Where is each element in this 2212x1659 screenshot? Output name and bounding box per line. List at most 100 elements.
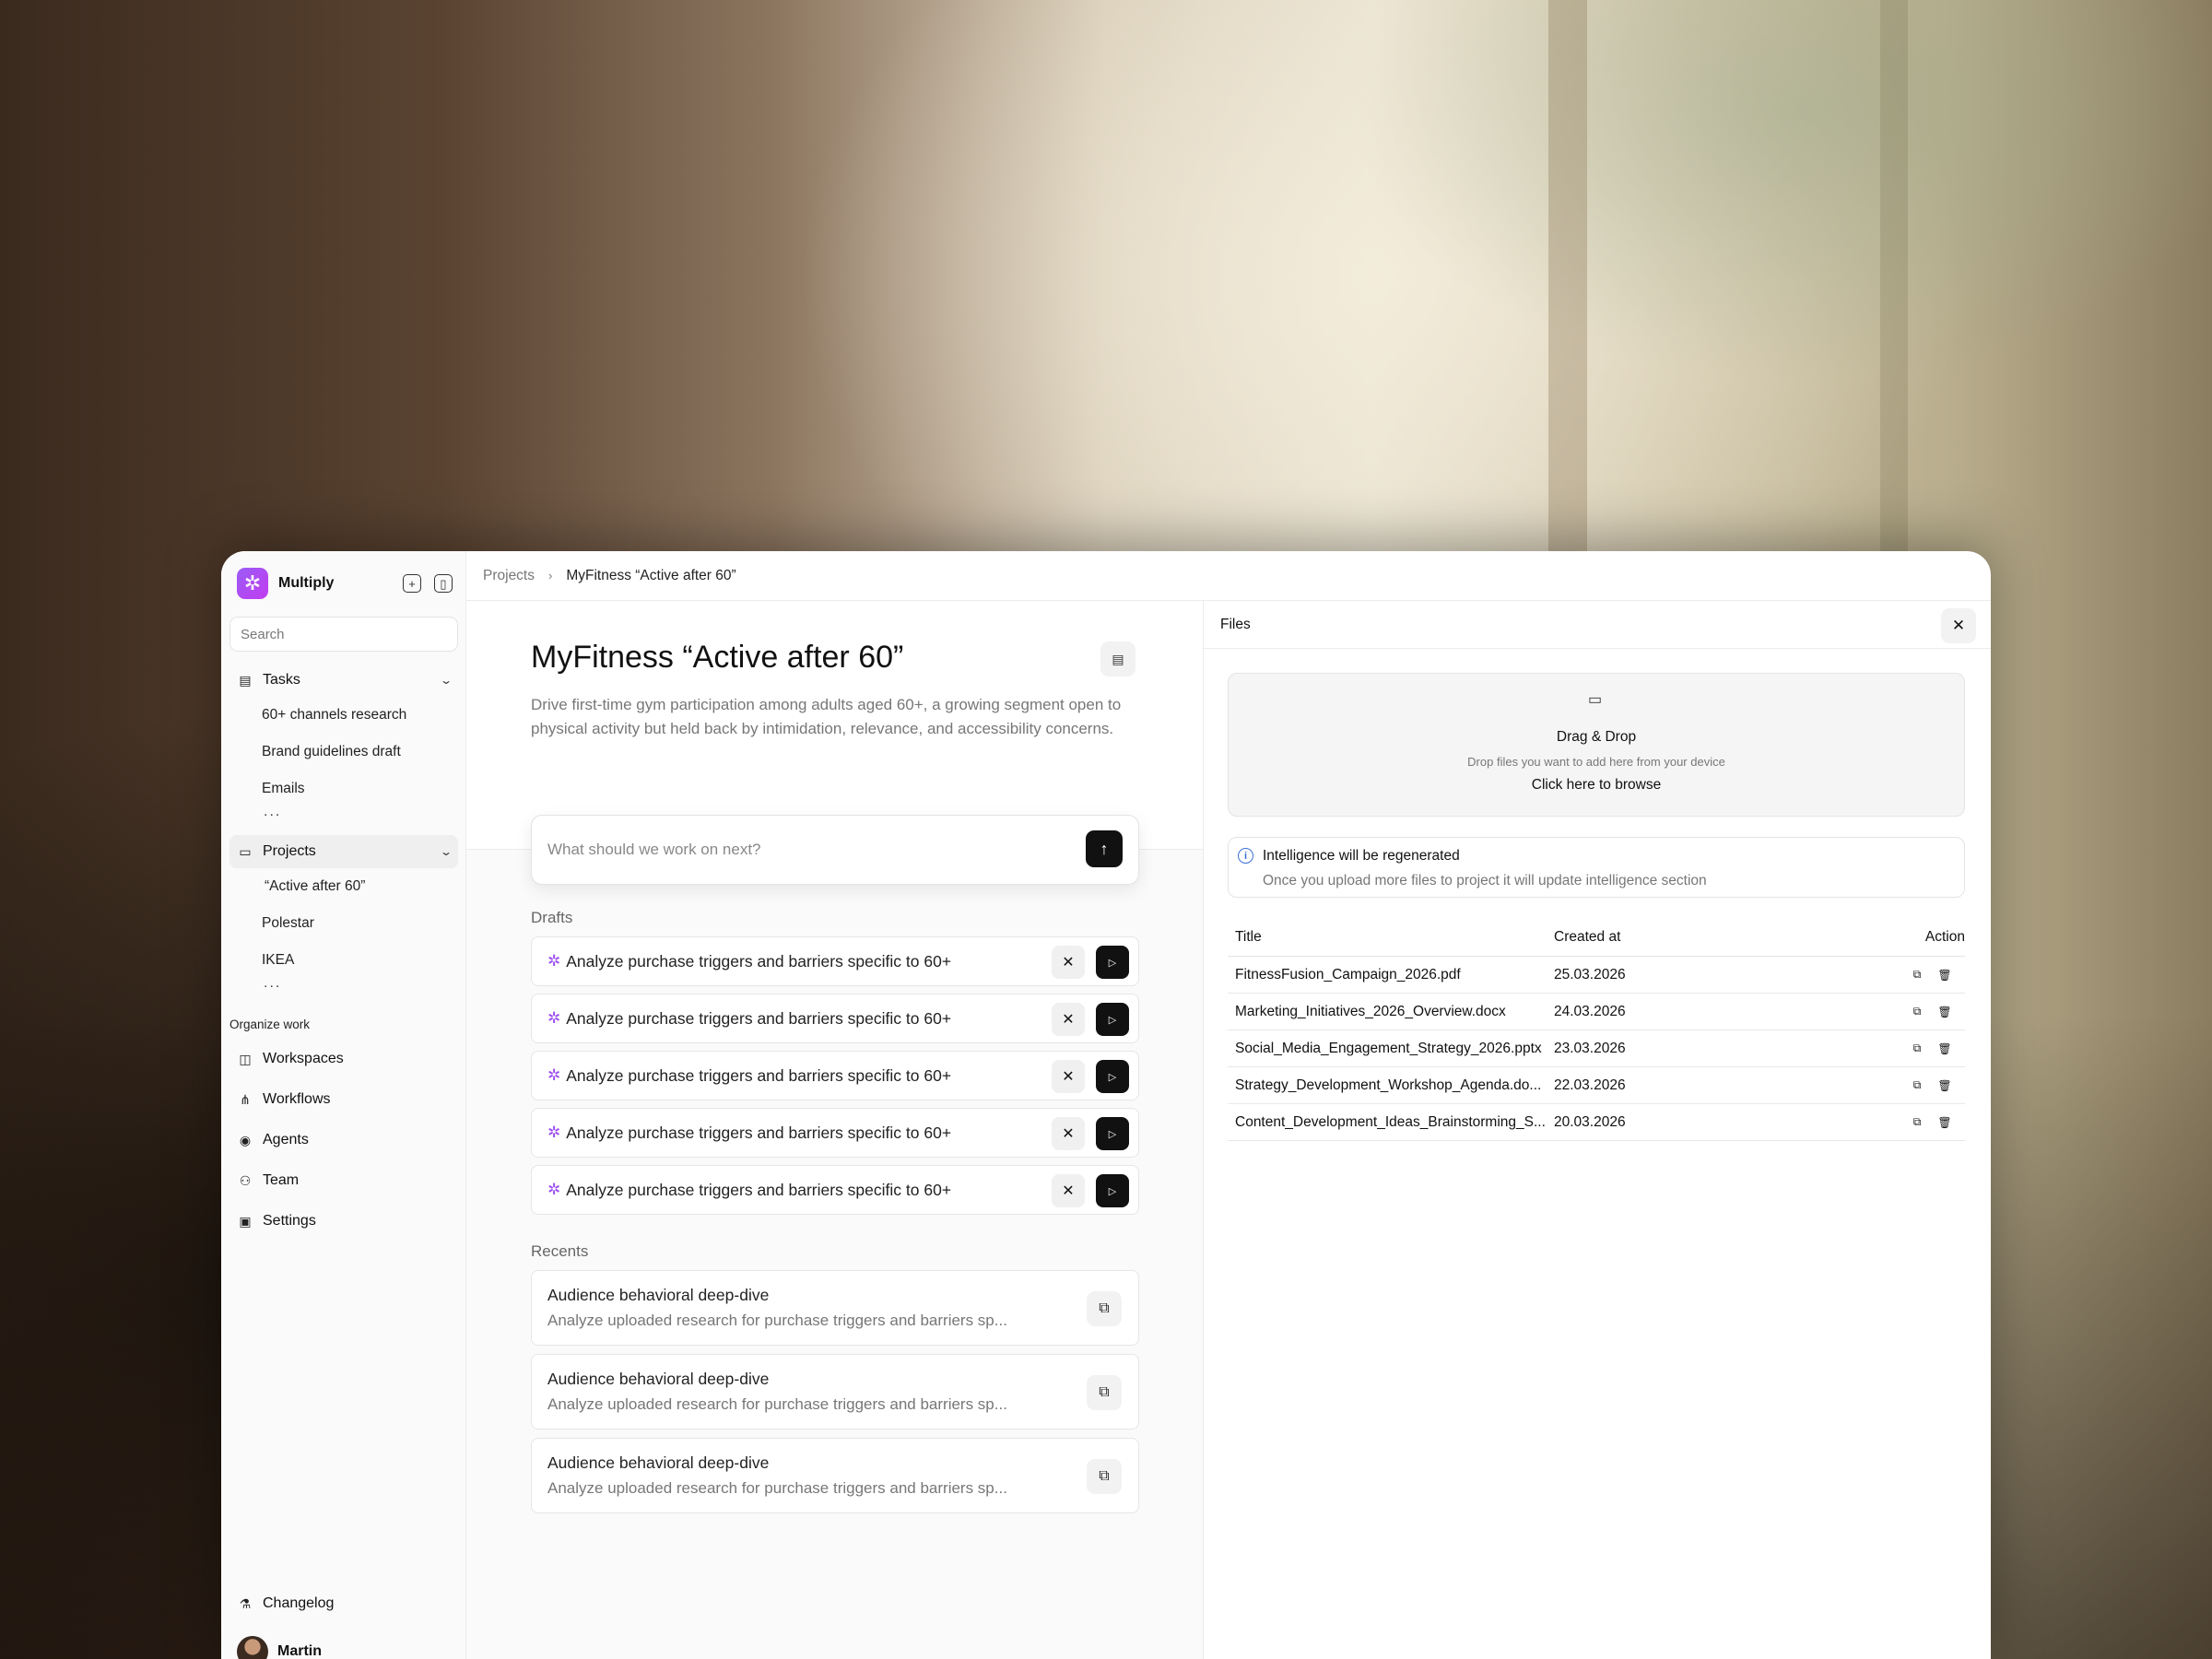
tasks-header[interactable]: ▤ Tasks ⌄ (229, 664, 458, 697)
sparkle-icon: ✲ (547, 1009, 561, 1027)
avatar (237, 1636, 268, 1659)
user-name: Martin (277, 1643, 322, 1659)
trash-icon[interactable]: 🗑 (1937, 1006, 1951, 1018)
draft-text: Analyze purchase triggers and barriers s… (566, 1065, 952, 1085)
projects-header[interactable]: ▭ Projects ⌄ (229, 835, 458, 868)
recent-title: Audience behavioral deep-dive (547, 1286, 770, 1304)
sidebar-item-workspaces[interactable]: ◫ Workspaces (229, 1039, 458, 1079)
run-draft-button[interactable]: ▷ (1096, 1117, 1129, 1150)
user-menu[interactable]: Martin (229, 1633, 458, 1659)
sidebar-item-workflows[interactable]: ⋔ Workflows (229, 1079, 458, 1120)
file-created: 24.03.2026 (1554, 1003, 1626, 1019)
sidebar-item-label: Agents (263, 1132, 309, 1147)
sidebar-item-label: Workspaces (263, 1051, 344, 1066)
recent-item[interactable]: Audience behavioral deep-dive Analyze up… (531, 1438, 1139, 1513)
dismiss-draft-button[interactable]: ✕ (1052, 1117, 1085, 1150)
robot-icon: ◉ (239, 1132, 252, 1147)
send-button[interactable]: ↑ (1086, 830, 1123, 867)
sidebar-item-changelog[interactable]: ⚗ Changelog (229, 1583, 458, 1624)
background-window-frame (1548, 0, 1587, 553)
search-input[interactable]: Search (229, 617, 458, 652)
trash-icon[interactable]: 🗑 (1937, 1079, 1951, 1092)
chevron-down-icon[interactable]: ⌄ (440, 674, 453, 687)
tasks-more[interactable]: ... (229, 805, 458, 826)
chevron-down-icon[interactable]: ⌄ (440, 845, 453, 858)
trash-icon[interactable]: 🗑 (1937, 1116, 1951, 1129)
file-created: 20.03.2026 (1554, 1113, 1626, 1130)
task-item[interactable]: Emails (229, 771, 458, 807)
file-title: Strategy_Development_Workshop_Agenda.do.… (1235, 1077, 1542, 1093)
file-dropzone[interactable]: ▭ Drag & Drop Drop files you want to add… (1228, 673, 1965, 817)
task-item[interactable]: Brand guidelines draft (229, 734, 458, 771)
page-title: MyFitness “Active after 60” (531, 640, 904, 675)
browse-link[interactable]: Click here to browse (1229, 777, 1964, 794)
sidebar-item-team[interactable]: ⚇ Team (229, 1160, 458, 1201)
open-external-icon[interactable]: ⧉ (1087, 1291, 1122, 1326)
toggle-sidebar-icon[interactable]: ▯ (434, 574, 453, 593)
trash-icon[interactable]: 🗑 (1937, 969, 1951, 982)
close-icon[interactable]: ✕ (1941, 608, 1976, 643)
dismiss-draft-button[interactable]: ✕ (1052, 1003, 1085, 1036)
run-draft-button[interactable]: ▷ (1096, 1060, 1129, 1093)
dismiss-draft-button[interactable]: ✕ (1052, 1174, 1085, 1207)
tasks-group: ▤ Tasks ⌄ 60+ channels research Brand gu… (229, 664, 458, 826)
open-external-icon[interactable]: ⧉ (1911, 1041, 1924, 1055)
tasks-label: Tasks (263, 672, 300, 688)
recent-subtitle: Analyze uploaded research for purchase t… (547, 1479, 1007, 1497)
open-external-icon[interactable]: ⧉ (1087, 1459, 1122, 1494)
run-draft-button[interactable]: ▷ (1096, 1003, 1129, 1036)
table-row[interactable]: FitnessFusion_Campaign_2026.pdf 25.03.20… (1228, 957, 1965, 994)
open-external-icon[interactable]: ⧉ (1911, 968, 1924, 982)
draft-item[interactable]: ✲ Analyze purchase triggers and barriers… (531, 1051, 1139, 1100)
table-row[interactable]: Social_Media_Engagement_Strategy_2026.pp… (1228, 1030, 1965, 1067)
open-external-icon[interactable]: ⧉ (1911, 1005, 1924, 1018)
sparkle-icon: ✲ (547, 1124, 561, 1141)
breadcrumb-projects[interactable]: Projects (483, 568, 535, 584)
dismiss-draft-button[interactable]: ✕ (1052, 946, 1085, 979)
draft-item[interactable]: ✲ Analyze purchase triggers and barriers… (531, 994, 1139, 1043)
new-item-icon[interactable]: + (403, 574, 421, 593)
draft-text: Analyze purchase triggers and barriers s… (566, 1008, 952, 1028)
task-item[interactable]: 60+ channels research (229, 697, 458, 734)
sparkle-icon: ✲ (547, 952, 561, 970)
open-external-icon[interactable]: ⧉ (1087, 1375, 1122, 1410)
drafts-label: Drafts (531, 909, 573, 926)
settings-icon: ▣ (239, 1213, 252, 1229)
open-external-icon[interactable]: ⧉ (1911, 1115, 1924, 1129)
multiply-logo-icon[interactable]: ✲ (237, 568, 268, 599)
dismiss-draft-button[interactable]: ✕ (1052, 1060, 1085, 1093)
project-item[interactable]: “Active after 60” (229, 868, 458, 905)
project-item[interactable]: Polestar (229, 905, 458, 942)
app-window: ✲ Multiply + ▯ Search ▤ Tasks ⌄ 60+ chan… (221, 551, 1991, 1659)
draft-item[interactable]: ✲ Analyze purchase triggers and barriers… (531, 1165, 1139, 1215)
project-info-button[interactable]: ▤ (1100, 641, 1135, 677)
table-row[interactable]: Strategy_Development_Workshop_Agenda.do.… (1228, 1067, 1965, 1104)
chevron-right-icon: › (548, 569, 553, 582)
recent-item[interactable]: Audience behavioral deep-dive Analyze up… (531, 1354, 1139, 1430)
dropzone-title: Drag & Drop (1556, 729, 1637, 745)
organize-work-label: Organize work (229, 1018, 311, 1031)
users-icon: ⚇ (239, 1172, 252, 1188)
folder-icon: ▭ (1588, 692, 1603, 708)
recent-item[interactable]: Audience behavioral deep-dive Analyze up… (531, 1270, 1139, 1346)
table-row[interactable]: Content_Development_Ideas_Brainstorming_… (1228, 1104, 1965, 1141)
sidebar-item-settings[interactable]: ▣ Settings (229, 1201, 458, 1241)
open-external-icon[interactable]: ⧉ (1911, 1078, 1924, 1092)
file-created: 25.03.2026 (1554, 966, 1626, 982)
project-item[interactable]: IKEA (229, 942, 458, 979)
trash-icon[interactable]: 🗑 (1937, 1042, 1951, 1055)
draft-text: Analyze purchase triggers and barriers s… (566, 1180, 952, 1199)
sidebar-item-agents[interactable]: ◉ Agents (229, 1120, 458, 1160)
projects-label: Projects (263, 843, 316, 859)
breadcrumb-current: MyFitness “Active after 60” (566, 567, 736, 583)
project-panel: MyFitness “Active after 60” ▤ Drive firs… (466, 601, 1204, 1659)
recents-label: Recents (531, 1242, 589, 1260)
prompt-input[interactable]: What should we work on next? ↑ (531, 815, 1139, 885)
run-draft-button[interactable]: ▷ (1096, 1174, 1129, 1207)
draft-item[interactable]: ✲ Analyze purchase triggers and barriers… (531, 936, 1139, 986)
run-draft-button[interactable]: ▷ (1096, 946, 1129, 979)
files-table: Title Created at Action FitnessFusion_Ca… (1228, 918, 1965, 1141)
projects-more[interactable]: ... (229, 976, 458, 997)
table-row[interactable]: Marketing_Initiatives_2026_Overview.docx… (1228, 994, 1965, 1030)
draft-item[interactable]: ✲ Analyze purchase triggers and barriers… (531, 1108, 1139, 1158)
